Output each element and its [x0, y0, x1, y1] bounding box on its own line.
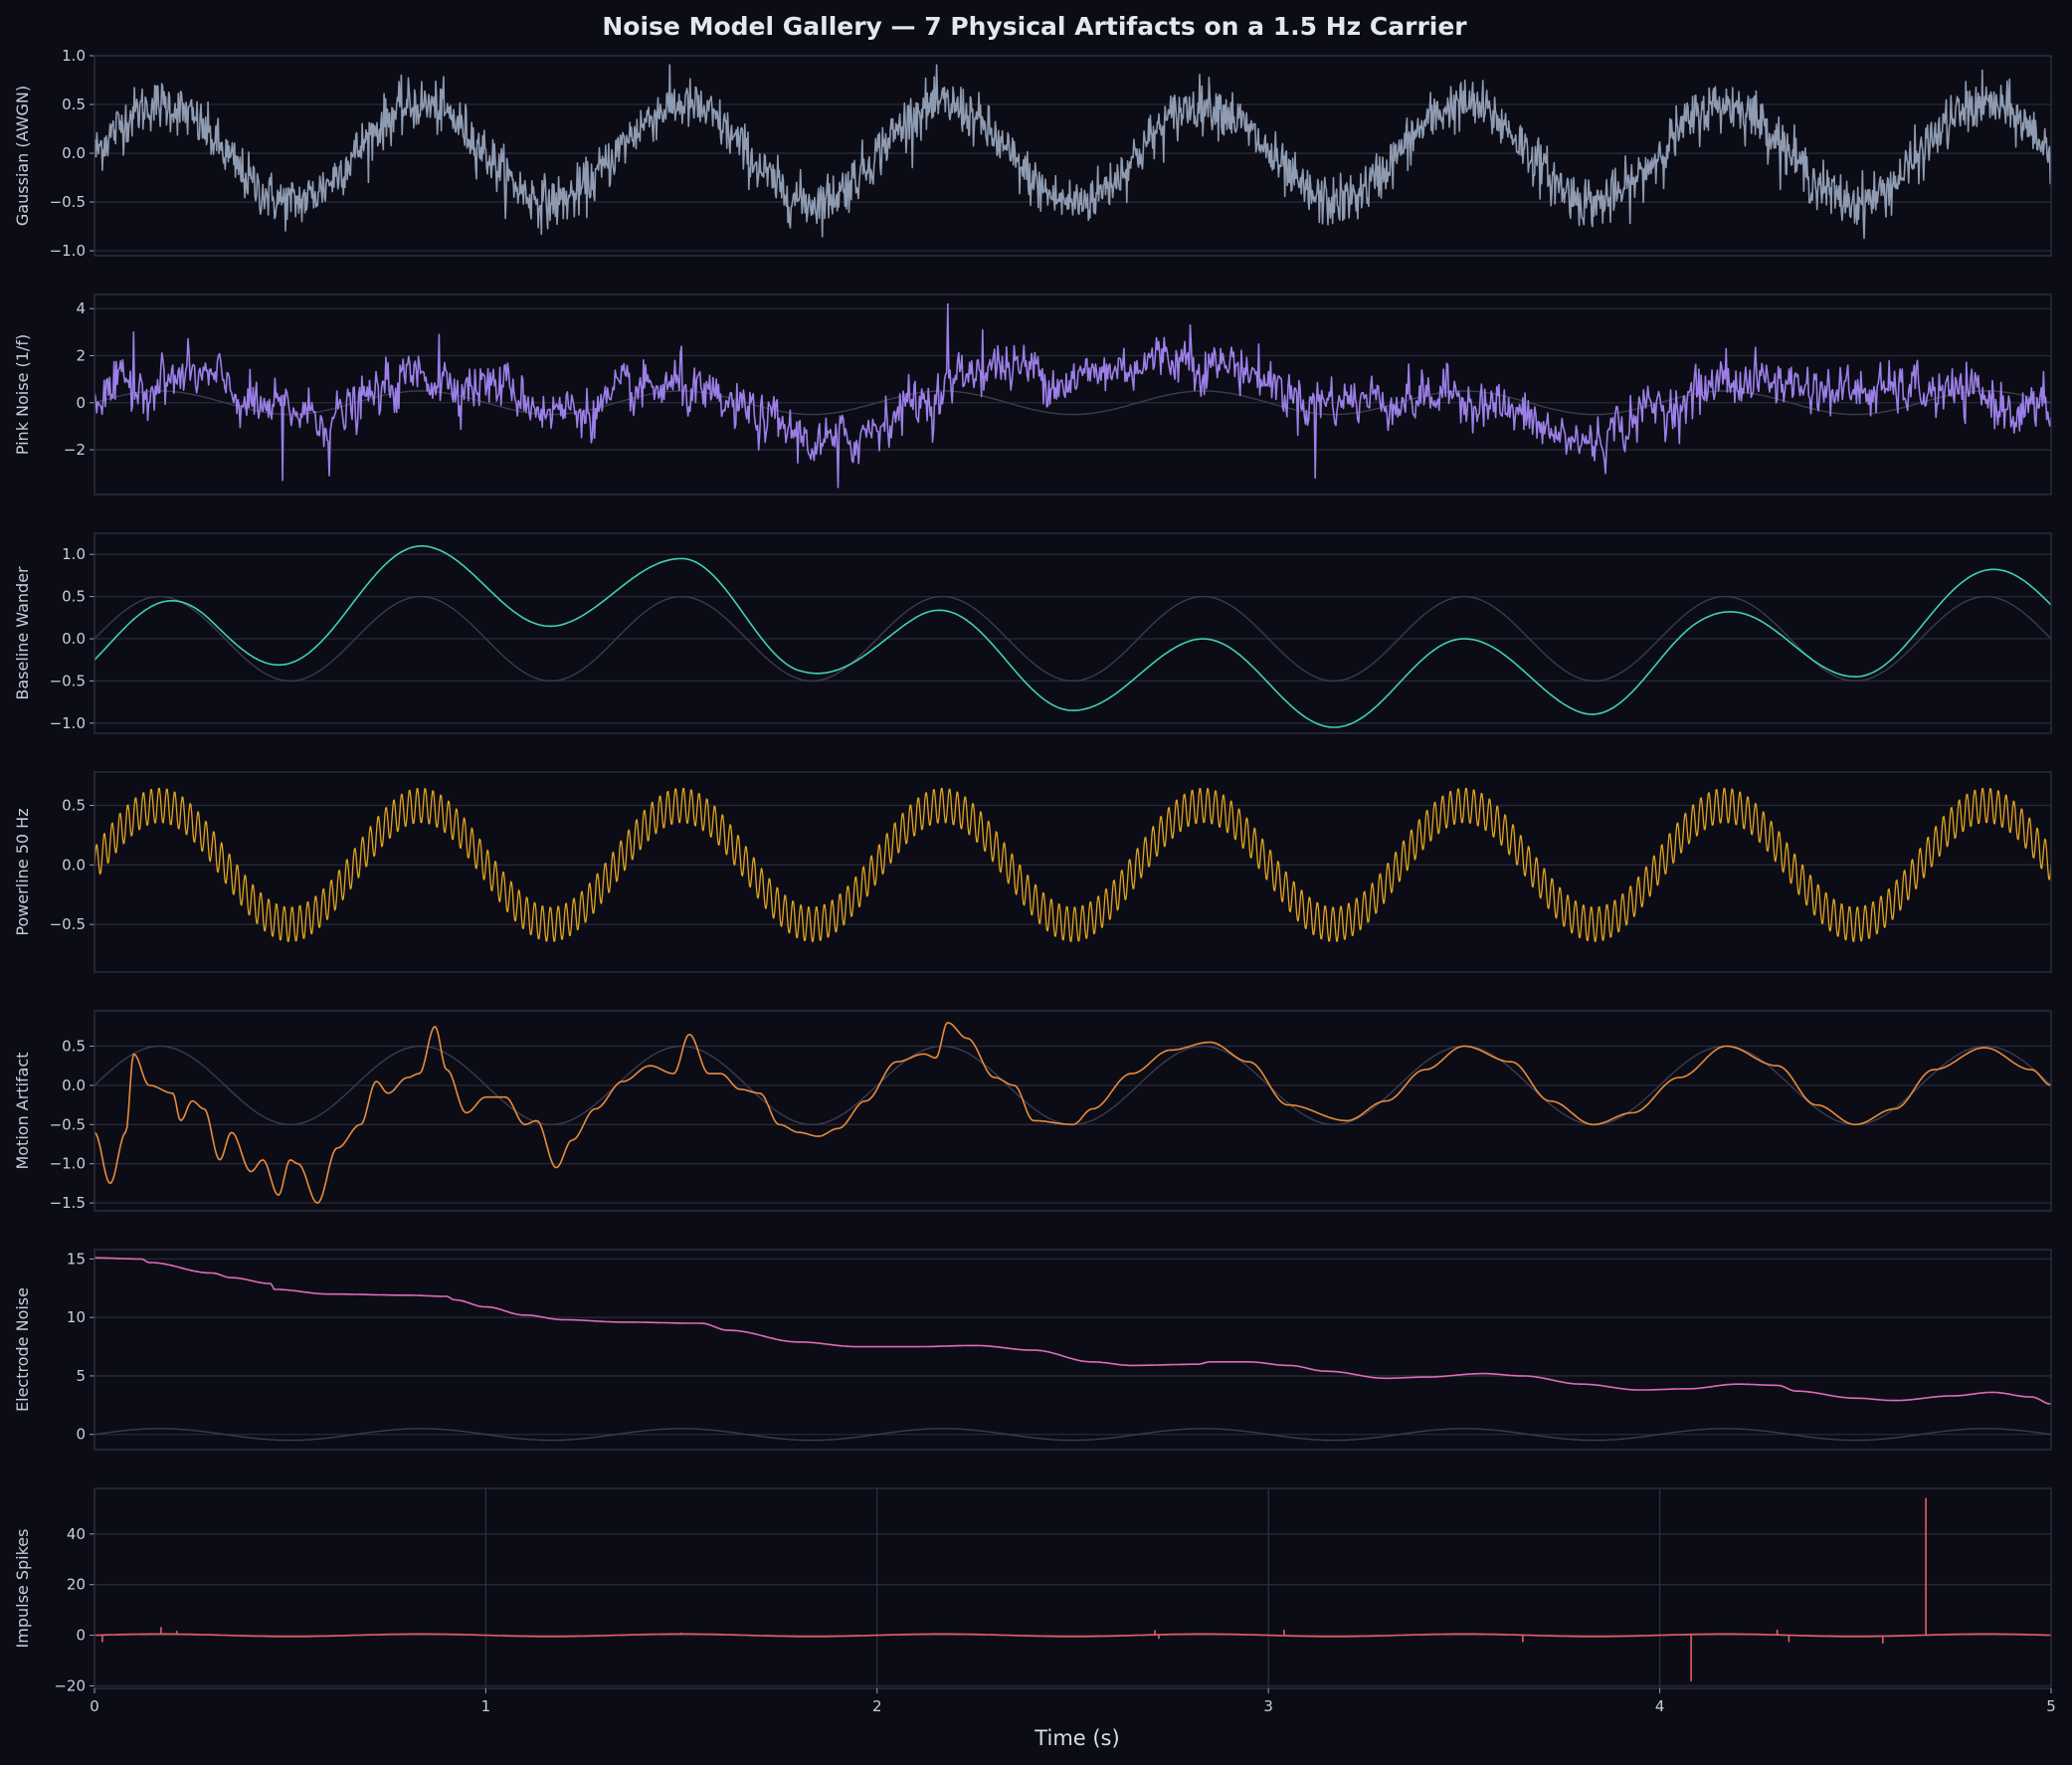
- plot-area: [94, 64, 2051, 240]
- y-tick-label: −1.5: [50, 1194, 86, 1212]
- y-tick-label: 0.0: [62, 1077, 86, 1094]
- panel-3: 1.0 0.5 0.0 −0.5 −1.0 Baseline Wander: [13, 532, 2052, 734]
- panel-5: 0.5 0.0 −0.5 −1.0 −1.5 Motion Artifact: [13, 1010, 2052, 1212]
- y-tick-label: −0.5: [50, 672, 86, 689]
- y-tick-label: 0.0: [62, 856, 86, 874]
- chart-title: Noise Model Gallery — 7 Physical Artifac…: [602, 12, 1467, 41]
- signal-series-3: [94, 545, 2051, 728]
- x-tick-label: 5: [2046, 1697, 2056, 1715]
- y-tick-label: 2: [76, 346, 86, 364]
- y-tick-label: 0.5: [62, 588, 86, 606]
- panel-frame: [94, 1249, 2052, 1451]
- y-tick-label: −20: [54, 1676, 86, 1694]
- y-tick-label: −0.5: [50, 193, 86, 211]
- panel-7: 40200−20Impulse Spikes0 1 2 3 4 5: [13, 1487, 2056, 1715]
- noise-gallery-figure: Noise Model Gallery — 7 Physical Artifac…: [13, 12, 2056, 1750]
- x-axis-label: Time (s): [1034, 1726, 1119, 1750]
- plot-area: [94, 302, 2051, 489]
- y-axis-label: Powerline 50 Hz: [13, 808, 32, 935]
- y-tick-label: 15: [67, 1250, 86, 1268]
- panel-frame: [94, 532, 2052, 734]
- y-axis-label: Pink Noise (1/f): [13, 334, 32, 455]
- x-tick-label: 4: [1655, 1697, 1665, 1715]
- plot-area: [94, 1022, 2051, 1204]
- y-axis-label: Electrode Noise: [13, 1287, 32, 1412]
- signal-series-6: [94, 1257, 2051, 1405]
- plot-area: [94, 1257, 2051, 1442]
- y-tick-label: −2: [64, 441, 86, 459]
- y-tick-label: 5: [76, 1367, 86, 1385]
- y-axis-label: Baseline Wander: [13, 566, 32, 700]
- panel-4: 0.5 0.0 −0.5 Powerline 50 Hz: [13, 771, 2052, 973]
- panel-stack: 1.00.50.0−0.5−1.0Gaussian (AWGN)420−2Pin…: [13, 47, 2056, 1715]
- y-tick-label: 0: [76, 1426, 86, 1444]
- y-tick-label: 0.5: [62, 96, 86, 113]
- panel-frame: [94, 771, 2052, 973]
- y-tick-label: 1.0: [62, 545, 86, 563]
- y-tick-label: −1.0: [50, 242, 86, 260]
- y-axis-label: Impulse Spikes: [13, 1529, 32, 1649]
- plot-area: [94, 1497, 2051, 1682]
- y-tick-label: 0: [76, 1627, 86, 1645]
- y-tick-label: 4: [76, 299, 86, 317]
- x-tick-label: 2: [872, 1697, 882, 1715]
- signal-series-5: [94, 1022, 2051, 1204]
- y-tick-label: −0.5: [50, 1115, 86, 1133]
- y-tick-label: 1.0: [62, 47, 86, 65]
- x-tick-label: 3: [1263, 1697, 1273, 1715]
- y-tick-label: 0.0: [62, 630, 86, 648]
- y-tick-label: −1.0: [50, 714, 86, 732]
- y-tick-label: 0.0: [62, 144, 86, 162]
- panel-1: 1.0 0.5 0.0 −0.5 −1.0 Gaussian (AWGN): [13, 47, 2052, 260]
- y-tick-label: 0.5: [62, 797, 86, 815]
- signal-series-1: [94, 64, 2051, 240]
- signal-series-2: [94, 302, 2051, 489]
- panel-frame: [94, 1010, 2052, 1212]
- panel-6: 15 10 5 0 Electrode Noise: [13, 1249, 2052, 1451]
- y-tick-label: 0.5: [62, 1037, 86, 1055]
- y-tick-label: 40: [67, 1525, 86, 1543]
- y-tick-label: 10: [67, 1308, 86, 1326]
- y-tick-label: −1.0: [50, 1155, 86, 1173]
- panel-2: 4 2 0 −2 Pink Noise (1/f): [13, 294, 2052, 495]
- y-tick-label: 0: [76, 394, 86, 412]
- y-tick-label: 20: [67, 1576, 86, 1594]
- y-axis-label: Gaussian (AWGN): [13, 86, 32, 226]
- plot-area: [94, 545, 2051, 728]
- y-tick-label: −0.5: [50, 915, 86, 933]
- signal-series-7: [94, 1497, 2051, 1682]
- y-axis-label: Motion Artifact: [13, 1052, 32, 1169]
- x-tick-label: 1: [481, 1697, 491, 1715]
- panel-frame: [94, 1487, 2052, 1689]
- x-tick-label: 0: [90, 1697, 99, 1715]
- panel-frame: [94, 55, 2052, 257]
